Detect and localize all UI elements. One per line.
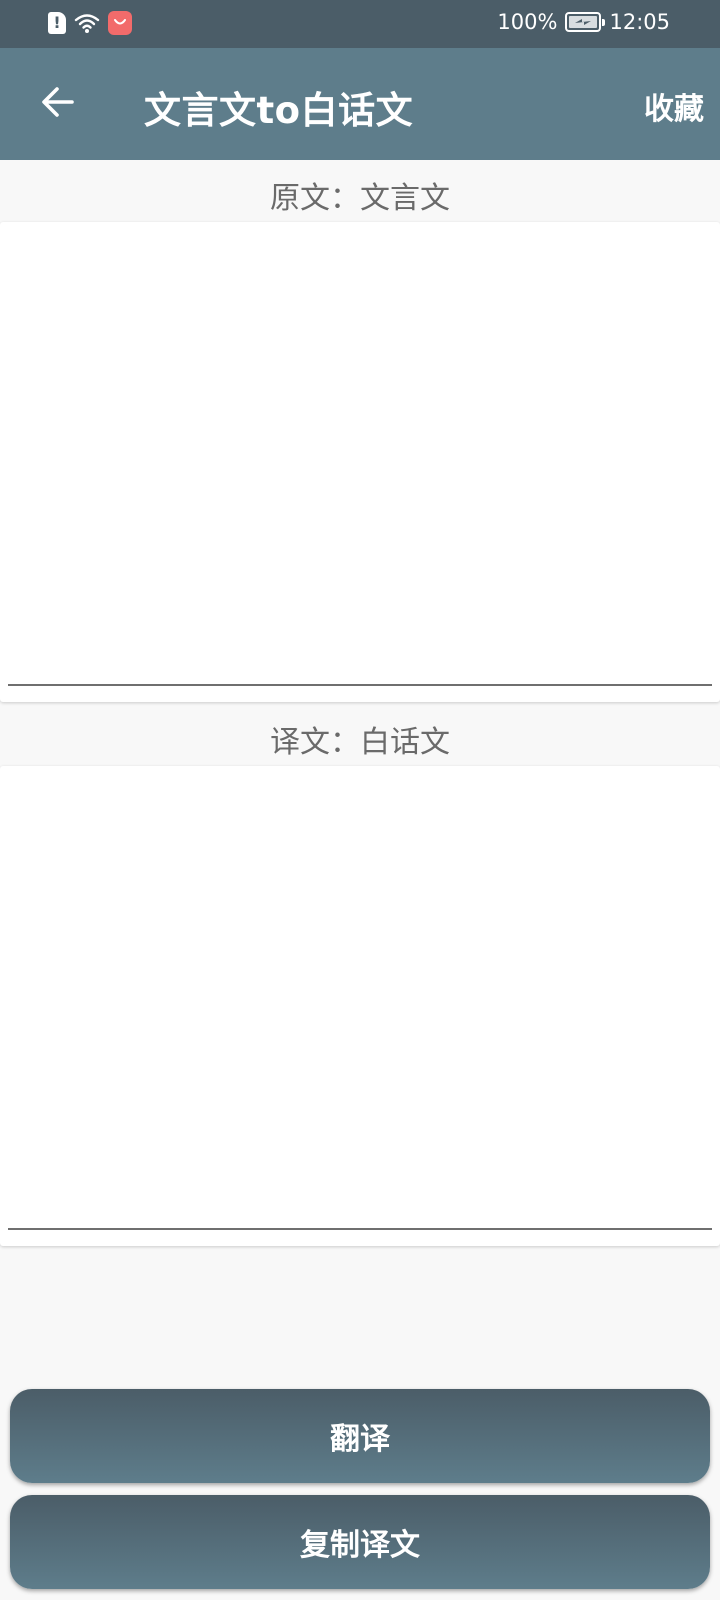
battery-charging-icon	[565, 12, 606, 32]
source-label: 原文：文言文	[270, 181, 450, 216]
favorite-button[interactable]: 收藏	[644, 84, 704, 128]
status-icons-right: 100% 12:05	[497, 10, 670, 34]
translation-text-output[interactable]	[8, 766, 712, 1230]
source-text-input[interactable]	[8, 222, 712, 686]
status-time: 12:05	[609, 10, 670, 34]
back-button[interactable]	[32, 76, 84, 128]
app-bar: 文言文to白话文 收藏	[0, 48, 720, 160]
translate-button[interactable]: 翻译	[10, 1389, 710, 1483]
source-card	[0, 222, 720, 702]
copy-translation-button[interactable]: 复制译文	[10, 1495, 710, 1589]
page-title: 文言文to白话文	[144, 89, 414, 132]
status-bar: ! 100% 12:05	[0, 0, 720, 48]
battery-percent: 100%	[497, 10, 558, 34]
translation-card	[0, 766, 720, 1246]
status-icons-left: !	[48, 11, 132, 35]
wifi-icon	[74, 14, 100, 33]
arrow-left-icon	[42, 87, 74, 117]
translation-label: 译文：白话文	[270, 725, 450, 760]
sim-alert-icon: !	[48, 12, 66, 34]
app-store-icon	[108, 11, 132, 35]
